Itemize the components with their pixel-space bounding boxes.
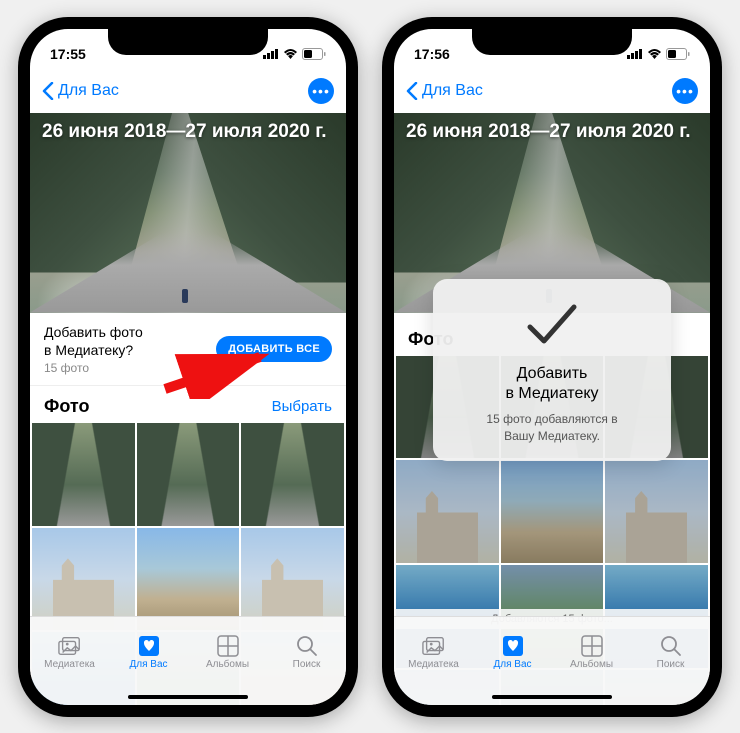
tab-search[interactable]: Поиск (267, 617, 346, 689)
tab-label: Для Вас (129, 659, 167, 670)
home-indicator[interactable] (128, 695, 248, 699)
library-icon (422, 635, 446, 657)
tab-label: Поиск (657, 659, 685, 670)
back-label: Для Вас (422, 82, 483, 100)
albums-icon (216, 635, 240, 657)
back-button[interactable]: Для Вас (406, 82, 483, 100)
ellipsis-icon: ••• (676, 83, 694, 99)
section-title: Фото (44, 396, 89, 417)
tab-label: Альбомы (206, 659, 249, 670)
popup-title: Добавить в Медиатеку (447, 364, 657, 406)
more-button[interactable]: ••• (672, 78, 698, 104)
notch (108, 29, 268, 55)
battery-icon (666, 48, 690, 60)
add-all-button[interactable]: ДОБАВИТЬ ВСЕ (216, 336, 332, 362)
tab-for-you[interactable]: Для Вас (109, 617, 188, 689)
library-icon (58, 635, 82, 657)
back-label: Для Вас (58, 82, 119, 100)
notch (472, 29, 632, 55)
hero-title: 26 июня 2018—27 июля 2020 г. (406, 121, 698, 143)
status-right (627, 48, 690, 60)
phone-right: 17:56 Для Вас ••• 26 июня 2018—27 июля 2… (382, 17, 722, 717)
search-icon (659, 635, 683, 657)
prompt-subtext: 15 фото (44, 361, 143, 375)
ellipsis-icon: ••• (312, 83, 330, 99)
select-button[interactable]: Выбрать (272, 398, 332, 415)
photo-thumb[interactable] (396, 460, 499, 563)
status-time: 17:56 (414, 46, 450, 62)
cellular-icon (263, 48, 279, 59)
screen: 17:56 Для Вас ••• 26 июня 2018—27 июля 2… (394, 29, 710, 705)
tab-for-you[interactable]: Для Вас (473, 617, 552, 689)
add-prompt: Добавить фото в Медиатеку? 15 фото ДОБАВ… (30, 313, 346, 386)
tab-label: Поиск (293, 659, 321, 670)
chevron-left-icon (42, 82, 54, 100)
tab-library[interactable]: Медиатека (394, 617, 473, 689)
tab-search[interactable]: Поиск (631, 617, 710, 689)
search-icon (295, 635, 319, 657)
photo-thumb[interactable] (501, 460, 604, 563)
hero-image[interactable]: 26 июня 2018—27 июля 2020 г. (30, 113, 346, 313)
status-time: 17:55 (50, 46, 86, 62)
phone-left: 17:55 Для Вас ••• 26 июня 2018—27 июля 2… (18, 17, 358, 717)
confirmation-popup: Добавить в Медиатеку 15 фото добавляются… (433, 279, 671, 461)
section-header: Фото Выбрать (30, 386, 346, 423)
photo-thumb[interactable] (137, 423, 240, 526)
wifi-icon (283, 48, 298, 59)
photo-thumb[interactable] (32, 423, 135, 526)
hero-title: 26 июня 2018—27 июля 2020 г. (42, 121, 334, 143)
checkmark-icon (522, 299, 582, 349)
battery-icon (302, 48, 326, 60)
nav-bar: Для Вас ••• (30, 69, 346, 113)
back-button[interactable]: Для Вас (42, 82, 119, 100)
photo-thumb[interactable] (605, 460, 708, 563)
tab-bar: Медиатека Для Вас Альбомы Поиск (394, 616, 710, 705)
home-indicator[interactable] (492, 695, 612, 699)
tab-bar: Медиатека Для Вас Альбомы Поиск (30, 616, 346, 705)
wifi-icon (647, 48, 662, 59)
tab-library[interactable]: Медиатека (30, 617, 109, 689)
tab-albums[interactable]: Альбомы (552, 617, 631, 689)
screen: 17:55 Для Вас ••• 26 июня 2018—27 июля 2… (30, 29, 346, 705)
more-button[interactable]: ••• (308, 78, 334, 104)
prompt-text: Добавить фото в Медиатеку? (44, 323, 143, 359)
tab-label: Медиатека (44, 659, 95, 670)
popup-subtitle: 15 фото добавляются в Вашу Медиатеку. (447, 411, 657, 445)
heart-square-icon (137, 635, 161, 657)
photo-thumb[interactable] (241, 423, 344, 526)
status-right (263, 48, 326, 60)
tab-albums[interactable]: Альбомы (188, 617, 267, 689)
tab-label: Альбомы (570, 659, 613, 670)
heart-square-icon (501, 635, 525, 657)
cellular-icon (627, 48, 643, 59)
albums-icon (580, 635, 604, 657)
tab-label: Медиатека (408, 659, 459, 670)
chevron-left-icon (406, 82, 418, 100)
nav-bar: Для Вас ••• (394, 69, 710, 113)
tab-label: Для Вас (493, 659, 531, 670)
